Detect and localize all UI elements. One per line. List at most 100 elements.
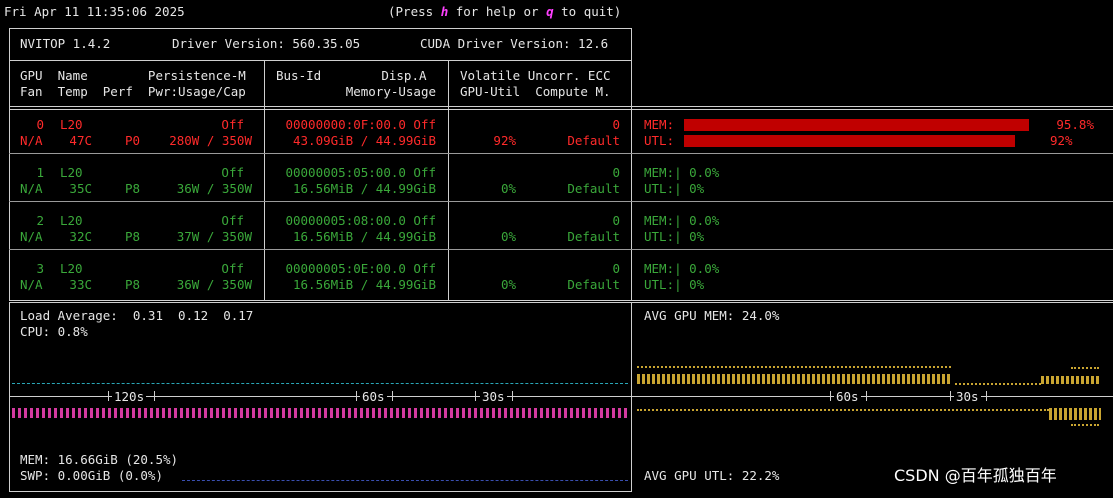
axis-60s-host: 60s — [360, 389, 387, 404]
gpu-util-meter-label: UTL:| 0% — [644, 181, 705, 196]
gpu-util: 0% — [500, 181, 516, 196]
gpu-perf: P8 — [124, 277, 140, 292]
gpu-bus-id: 00000005:05:00.0 Off — [285, 165, 436, 180]
gpu-memory-usage: 43.09GiB / 44.99GiB — [293, 133, 436, 148]
gpu-id: 2 — [36, 213, 44, 228]
time-axis — [9, 396, 1113, 397]
gpu-ecc: 0 — [612, 165, 620, 180]
gpu-util-meter-label: UTL:| 0% — [644, 277, 705, 292]
avg-gpu-util: AVG GPU UTL: 22.2% — [644, 468, 780, 483]
gpu-temp: 35C — [69, 181, 92, 196]
col1-header-l2: Fan Temp Perf Pwr:Usage/Cap — [20, 84, 246, 99]
gpu-id: 3 — [36, 261, 44, 276]
gpu-persistence: Off — [221, 213, 244, 228]
gpu-util-meter-label: UTL:| 0% — [644, 229, 705, 244]
help-prefix: (Press — [388, 4, 441, 19]
gpu-util: 92% — [493, 133, 516, 148]
cpu-usage: CPU: 0.8% — [20, 324, 88, 339]
col2-header-l1: Bus-Id Disp.A — [276, 68, 427, 83]
col3-header-l1: Volatile Uncorr. ECC — [460, 68, 611, 83]
gpu-persistence: Off — [221, 117, 244, 132]
gpu-perf: P0 — [124, 133, 140, 148]
gpu-persistence: Off — [221, 261, 244, 276]
col2-header-l2: Memory-Usage — [345, 84, 436, 99]
mem-graph — [12, 408, 628, 418]
gpu-bus-id: 00000005:0E:00.0 Off — [285, 261, 436, 276]
gpu-util-meter-label: UTL: — [644, 133, 675, 148]
datetime: Fri Apr 11 11:35:06 2025 — [4, 4, 185, 19]
gpu-mem-graph-rise-top — [1071, 367, 1099, 369]
nvitop-version: NVITOP 1.4.2 — [20, 36, 111, 51]
gpu-ecc: 0 — [612, 213, 620, 228]
gpu-mem-graph-low — [955, 383, 1041, 385]
axis-120s: 120s — [112, 389, 147, 404]
gpu-compute-mode: Default — [567, 133, 620, 148]
quit-key: q — [546, 4, 554, 19]
gpu-util-bar — [684, 135, 1015, 147]
gpu-mem-bar — [684, 119, 1029, 131]
gpu-power: 37W / 350W — [176, 229, 252, 244]
gpu-id: 0 — [36, 117, 44, 132]
gpu-compute-mode: Default — [567, 181, 620, 196]
gpu-ecc: 0 — [612, 261, 620, 276]
gpu-row-separator — [9, 201, 1113, 202]
help-mid: for help or — [448, 4, 547, 19]
gpu-persistence: Off — [221, 165, 244, 180]
axis-60s-gpu: 60s — [834, 389, 861, 404]
gpu-perf: P8 — [124, 181, 140, 196]
gpu-fan: N/A — [20, 229, 43, 244]
axis-30s-gpu: 30s — [954, 389, 981, 404]
gpu-fan: N/A — [20, 277, 43, 292]
axis-30s-host: 30s — [480, 389, 507, 404]
gpu-mem-graph-top — [637, 366, 951, 368]
gpu-bus-id: 00000000:0F:00.0 Off — [285, 117, 436, 132]
gpu-temp: 47C — [69, 133, 92, 148]
gpu-mem-meter-label: MEM:| 0.0% — [644, 213, 720, 228]
gpu-row-separator — [9, 249, 1113, 250]
gpu-util-graph — [637, 409, 1049, 411]
gpu-name: L20 — [60, 261, 83, 276]
gpu-perf: P8 — [124, 229, 140, 244]
col3-header-l2: GPU-Util Compute M. — [460, 84, 611, 99]
gpu-power: 36W / 350W — [176, 277, 252, 292]
gpu-memory-usage: 16.56MiB / 44.99GiB — [293, 277, 436, 292]
gpu-memory-usage: 16.56MiB / 44.99GiB — [293, 181, 436, 196]
gpu-compute-mode: Default — [567, 229, 620, 244]
gpu-util-graph-bottom — [1071, 424, 1099, 426]
host-mem: MEM: 16.66GiB (20.5%) — [20, 452, 179, 467]
gpu-fan: N/A — [20, 181, 43, 196]
help-suffix: to quit) — [553, 4, 622, 19]
gpu-util: 0% — [500, 277, 516, 292]
gpu-mem-pct: 95.8% — [1056, 117, 1094, 132]
gpu-mem-meter-label: MEM: — [644, 117, 675, 132]
gpu-mem-graph-rise — [1041, 376, 1101, 384]
gpu-util: 0% — [500, 229, 516, 244]
gpu-name: L20 — [60, 213, 83, 228]
help-hint: (Press h for help or q to quit) — [388, 5, 621, 19]
host-swap: SWP: 0.00GiB (0.0%) — [20, 468, 163, 483]
driver-version: Driver Version: 560.35.05 — [172, 36, 361, 51]
avg-gpu-mem: AVG GPU MEM: 24.0% — [644, 308, 780, 323]
gpu-power: 36W / 350W — [176, 181, 252, 196]
gpu-name: L20 — [60, 165, 83, 180]
gpu-util-pct: 92% — [1050, 133, 1073, 148]
gpu-fan: N/A — [20, 133, 43, 148]
gpu-memory-usage: 16.56MiB / 44.99GiB — [293, 229, 436, 244]
load-average: Load Average: 0.31 0.12 0.17 — [20, 308, 254, 323]
gpu-compute-mode: Default — [567, 277, 620, 292]
watermark: CSDN @百年孤独百年 — [894, 466, 1057, 485]
cuda-version: CUDA Driver Version: 12.6 — [420, 36, 609, 51]
gpu-mem-meter-label: MEM:| 0.0% — [644, 165, 720, 180]
gpu-row-separator — [9, 153, 1113, 154]
gpu-temp: 33C — [69, 277, 92, 292]
gpu-util-graph-rise — [1049, 408, 1101, 420]
gpu-mem-graph — [637, 374, 951, 384]
gpu-bus-id: 00000005:08:00.0 Off — [285, 213, 436, 228]
gpu-name: L20 — [60, 117, 83, 132]
cpu-graph-line — [12, 383, 628, 384]
gpu-mem-meter-label: MEM:| 0.0% — [644, 261, 720, 276]
swap-graph-line — [182, 480, 628, 481]
gpu-temp: 32C — [69, 229, 92, 244]
gpu-power: 280W / 350W — [169, 133, 252, 148]
gpu-ecc: 0 — [612, 117, 620, 132]
